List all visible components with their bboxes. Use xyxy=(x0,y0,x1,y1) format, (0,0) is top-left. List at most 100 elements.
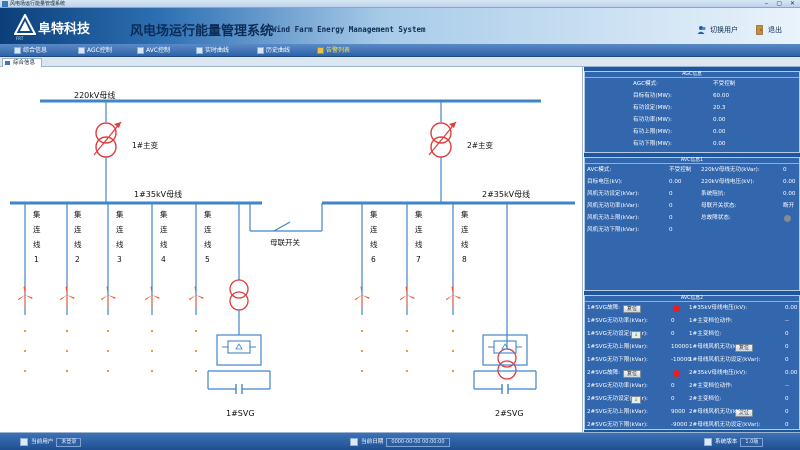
svg-text:线: 线 xyxy=(74,239,82,249)
avc2-panel-title: AVC信息2 xyxy=(585,296,799,302)
avc2-panel: AVC信息2 1#SVG故障: 复位 1#SVG无功功率(kVar): 0 1#S… xyxy=(584,295,800,430)
svg-text:连: 连 xyxy=(116,224,124,234)
avc2-row: 2#母线风机无功设定(kVar): 0 xyxy=(689,422,789,428)
version-item: 系统版本 1.0版 xyxy=(704,437,764,447)
avc2-row: 2#SVG无功下限(kVar): -9000 xyxy=(587,422,688,428)
svg1-fault-indicator xyxy=(673,305,680,312)
bus-35kv-2-label: 2#35kV母线 xyxy=(482,189,530,199)
avc2-row: 1#SVG无功上限(kVar): 10000 xyxy=(587,344,689,350)
svg2-fault-indicator xyxy=(673,370,680,377)
svg-2-label: 2#SVG xyxy=(495,409,524,418)
main-transformer-1 xyxy=(93,121,122,158)
svg-text:5: 5 xyxy=(205,255,210,264)
single-line-diagram: 220kV母线 1#主变 2#主变 1#35kV母线 2#35kV母线 母联开关 xyxy=(0,67,583,432)
diagram-canvas: 220kV母线 1#主变 2#主变 1#35kV母线 2#35kV母线 母联开关 xyxy=(10,90,575,418)
history-curve-icon xyxy=(257,47,264,54)
avc1-row: 风机无功设定(kVar): 0 xyxy=(587,191,673,197)
svg-text:线: 线 xyxy=(204,239,212,249)
user-icon xyxy=(20,438,28,446)
svg-text:连: 连 xyxy=(204,224,212,234)
current-date-value: 0000-00-00 00:00:00 xyxy=(386,437,450,447)
avc1-panel-title: AVC信息1 xyxy=(585,158,799,164)
avc1-row: 母联开关状态: 断开 xyxy=(701,203,795,209)
avc1-row: 总故障状态: xyxy=(701,215,731,221)
app-header: 阜特科技 FRT 风电场运行能量管理系统 Wind Farm Energy Ma… xyxy=(0,8,800,44)
agc-icon xyxy=(78,47,85,54)
switch-user-label: 切换用户 xyxy=(710,26,738,34)
svg-text:连: 连 xyxy=(74,224,82,234)
svg-text:集: 集 xyxy=(461,209,469,219)
avc1-row: 风机无功功率(kVar): 0 xyxy=(587,203,673,209)
menu-item-history-curve[interactable]: 历史曲线 xyxy=(257,44,290,57)
avc1-row: 系统阻抗: 0.00 xyxy=(701,191,796,197)
switch-user-button[interactable]: 切换用户 xyxy=(697,25,738,35)
svg-text:集: 集 xyxy=(415,209,423,219)
avc2-row: 1#主变档位: 0 xyxy=(689,331,789,337)
svg-1-label: 1#SVG xyxy=(226,409,255,418)
tab-overview[interactable]: 综合信息 xyxy=(2,58,43,67)
avc2-row: 2#母线风机无功(kVar): 0 xyxy=(689,409,789,415)
svg-text:线: 线 xyxy=(370,239,378,249)
avc2-row: 2#35kV母线电压(kV): 0.00 xyxy=(689,370,798,376)
svg-text:集: 集 xyxy=(204,209,212,219)
agc-panel-title: AGC信息 xyxy=(585,72,799,78)
avc1-row: 目标电压(kV): 0.00 xyxy=(587,179,682,185)
company-logo-icon xyxy=(14,14,36,35)
company-logo-sub: FRT xyxy=(16,36,24,41)
svg-text:集: 集 xyxy=(74,209,82,219)
avc2-row: 1#母线风机无功设定(kVar): 0 xyxy=(689,357,789,363)
svg-text:2: 2 xyxy=(75,255,80,264)
system-title: 风电场运行能量管理系统 xyxy=(130,24,274,39)
svg-text:连: 连 xyxy=(33,224,41,234)
svg2-setpoint-apply-button[interactable]: ↓ xyxy=(631,396,641,404)
agc-row: 有功下限(MW): 0.00 xyxy=(633,141,726,147)
tie-switch[interactable] xyxy=(249,203,323,232)
window-titlebar: 风电场运行能量管理系统 ‒ ▢ ✕ xyxy=(0,0,800,8)
calendar-icon xyxy=(350,438,358,446)
avc1-row: 220kV母线无功(kVar): 0 xyxy=(701,167,787,173)
window-controls[interactable]: ‒ ▢ ✕ xyxy=(765,0,798,8)
menu-item-realtime-curve[interactable]: 实时曲线 xyxy=(196,44,229,57)
realtime-curve-icon xyxy=(196,47,203,54)
svg2-fault-reset-button[interactable]: 复位 xyxy=(623,370,641,378)
svg-text:线: 线 xyxy=(415,239,423,249)
agc-row: 有功上限(MW): 0.00 xyxy=(633,129,726,135)
svg-text:集: 集 xyxy=(33,209,41,219)
exit-label: 退出 xyxy=(768,26,782,34)
menu-item-avc[interactable]: AVC控制 xyxy=(137,44,170,57)
svg1-fault-reset-button[interactable]: 复位 xyxy=(623,305,641,313)
bus1-reset-button[interactable]: 复位 xyxy=(735,344,753,352)
avc1-row: 风机无功上限(kVar): 0 xyxy=(587,215,673,221)
avc2-row: 2#SVG无功功率(kVar): 0 xyxy=(587,383,675,389)
svg-text:4: 4 xyxy=(161,255,166,264)
info-icon xyxy=(704,438,712,446)
svg-1-device xyxy=(207,203,271,394)
right-info-column: AGC信息 AGC模式: 不受控制 目标有功(MW): 60.00 有功设定(MW)… xyxy=(584,67,800,432)
svg-text:6: 6 xyxy=(371,255,376,264)
agc-row: AGC模式: 不受控制 xyxy=(633,81,736,87)
menu-item-agc[interactable]: AGC控制 xyxy=(78,44,112,57)
transformer-2-label: 2#主变 xyxy=(467,140,494,150)
menu-item-overview[interactable]: 综合信息 xyxy=(14,44,47,57)
avc1-row: 220kV母线电压(kV): 0.00 xyxy=(701,179,796,185)
system-title-en: Wind Farm Energy Management System xyxy=(272,25,426,34)
svg-text:7: 7 xyxy=(416,255,421,264)
bus-220kv-label: 220kV母线 xyxy=(74,90,115,100)
exit-door-icon xyxy=(756,25,763,35)
agc-row: 有功功率(MW): 0.00 xyxy=(633,117,726,123)
avc2-row: 1#SVG无功功率(kVar): 0 xyxy=(587,318,675,324)
svg-text:线: 线 xyxy=(160,239,168,249)
exit-button[interactable]: 退出 xyxy=(755,25,782,35)
users-icon xyxy=(697,26,706,34)
current-date-item: 当前日期 0000-00-00 00:00:00 xyxy=(350,437,450,447)
feeders-left xyxy=(24,203,197,315)
current-user-value: 未登录 xyxy=(56,437,82,447)
fault-status-indicator xyxy=(784,215,791,222)
avc2-row: 2#主变档位动作: -- xyxy=(689,383,790,389)
company-logo-text: 阜特科技 xyxy=(38,22,91,37)
avc2-row: 2#SVG无功上限(kVar): 9000 xyxy=(587,409,686,415)
feeder-labels: 集连线 1 集连线 2 集连线 3 集连线 4 集连线 5 集连线 6 集连线 7 集连线 8 xyxy=(33,209,469,264)
menu-item-alarm-list[interactable]: 告警列表 xyxy=(317,44,350,57)
svg1-setpoint-apply-button[interactable]: ↓ xyxy=(631,331,641,339)
overview-icon xyxy=(14,47,21,54)
